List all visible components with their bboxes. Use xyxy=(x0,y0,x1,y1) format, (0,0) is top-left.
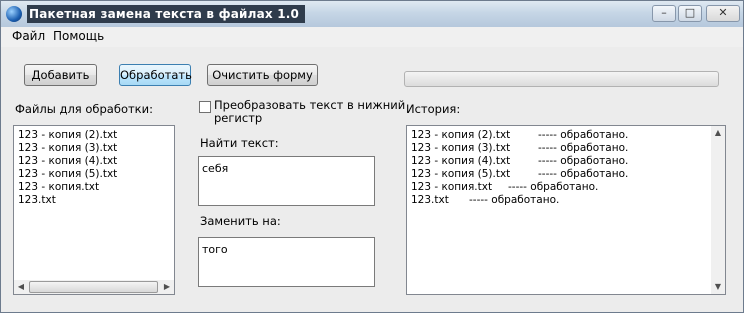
file-list-item[interactable]: 123 - копия (2).txt xyxy=(18,129,117,142)
clear-form-button[interactable]: Очистить форму xyxy=(207,64,318,86)
history-log[interactable]: ▲ ▼ 123 - копия (2).txt ----- обработано.… xyxy=(406,125,726,295)
scroll-left-icon[interactable]: ◀ xyxy=(14,280,28,294)
title-bar[interactable]: Пакетная замена текста в файлах 1.0 – □ … xyxy=(1,1,743,27)
app-globe-icon xyxy=(6,6,22,22)
history-entry-status: ----- обработано. xyxy=(538,142,629,154)
scroll-up-icon[interactable]: ▲ xyxy=(711,126,725,140)
file-list-item[interactable]: 123 - копия (3).txt xyxy=(18,142,117,155)
lowercase-label-line2: регистр xyxy=(214,111,263,125)
find-label: Найти текст: xyxy=(200,136,279,150)
file-list-item[interactable]: 123 - копия (4).txt xyxy=(18,155,117,168)
find-text-input[interactable]: себя xyxy=(198,156,375,206)
history-entry-status: ----- обработано. xyxy=(538,129,629,141)
replace-text-input[interactable]: того xyxy=(198,237,375,287)
maximize-button[interactable]: □ xyxy=(678,5,702,22)
files-listbox[interactable]: ◀ ▶ 123 - копия (2).txt 123 - копия (3).t… xyxy=(13,125,175,295)
history-entry-status: ----- обработано. xyxy=(469,194,560,206)
history-vertical-scrollbar[interactable]: ▲ ▼ xyxy=(711,126,725,294)
scroll-thumb[interactable] xyxy=(29,281,158,293)
history-label: История: xyxy=(406,102,461,116)
menu-help[interactable]: Помощь xyxy=(53,29,104,43)
process-button[interactable]: Обработать xyxy=(119,64,192,86)
history-entry-status: ----- обработано. xyxy=(508,181,599,193)
lowercase-checkbox[interactable] xyxy=(199,101,211,113)
history-entry-file: 123 - копия (3).txt xyxy=(411,142,511,154)
replace-label: Заменить на: xyxy=(200,214,281,228)
find-text-value: себя xyxy=(202,162,229,175)
history-entry-file: 123.txt xyxy=(411,194,449,206)
close-button[interactable]: ✕ xyxy=(706,5,740,22)
file-list-item[interactable]: 123 - копия.txt xyxy=(18,181,99,194)
progress-bar xyxy=(404,71,719,87)
history-entry-status: ----- обработано. xyxy=(538,155,629,167)
files-label: Файлы для обработки: xyxy=(15,102,153,116)
file-list-item[interactable]: 123 - копия (5).txt xyxy=(18,168,117,181)
history-entry-file: 123 - копия (4).txt xyxy=(411,155,511,167)
app-window: Пакетная замена текста в файлах 1.0 – □ … xyxy=(0,0,744,313)
menu-file[interactable]: Файл xyxy=(12,29,45,43)
add-button[interactable]: Добавить xyxy=(24,64,97,86)
scroll-down-icon[interactable]: ▼ xyxy=(711,280,725,294)
replace-text-value: того xyxy=(202,243,228,256)
history-entry-file: 123 - копия (2).txt xyxy=(411,129,511,141)
menu-bar: Файл Помощь xyxy=(1,27,743,47)
files-horizontal-scrollbar[interactable]: ◀ ▶ xyxy=(14,280,174,294)
history-entry-file: 123 - копия.txt xyxy=(411,181,493,193)
window-title: Пакетная замена текста в файлах 1.0 xyxy=(27,5,306,23)
file-list-item[interactable]: 123.txt xyxy=(18,194,56,207)
scroll-right-icon[interactable]: ▶ xyxy=(160,280,174,294)
minimize-button[interactable]: – xyxy=(652,5,676,22)
history-entry-file: 123 - копия (5).txt xyxy=(411,168,511,180)
lowercase-label-line1: Преобразовать текст в нижний xyxy=(214,98,406,112)
history-entry-status: ----- обработано. xyxy=(538,168,629,180)
